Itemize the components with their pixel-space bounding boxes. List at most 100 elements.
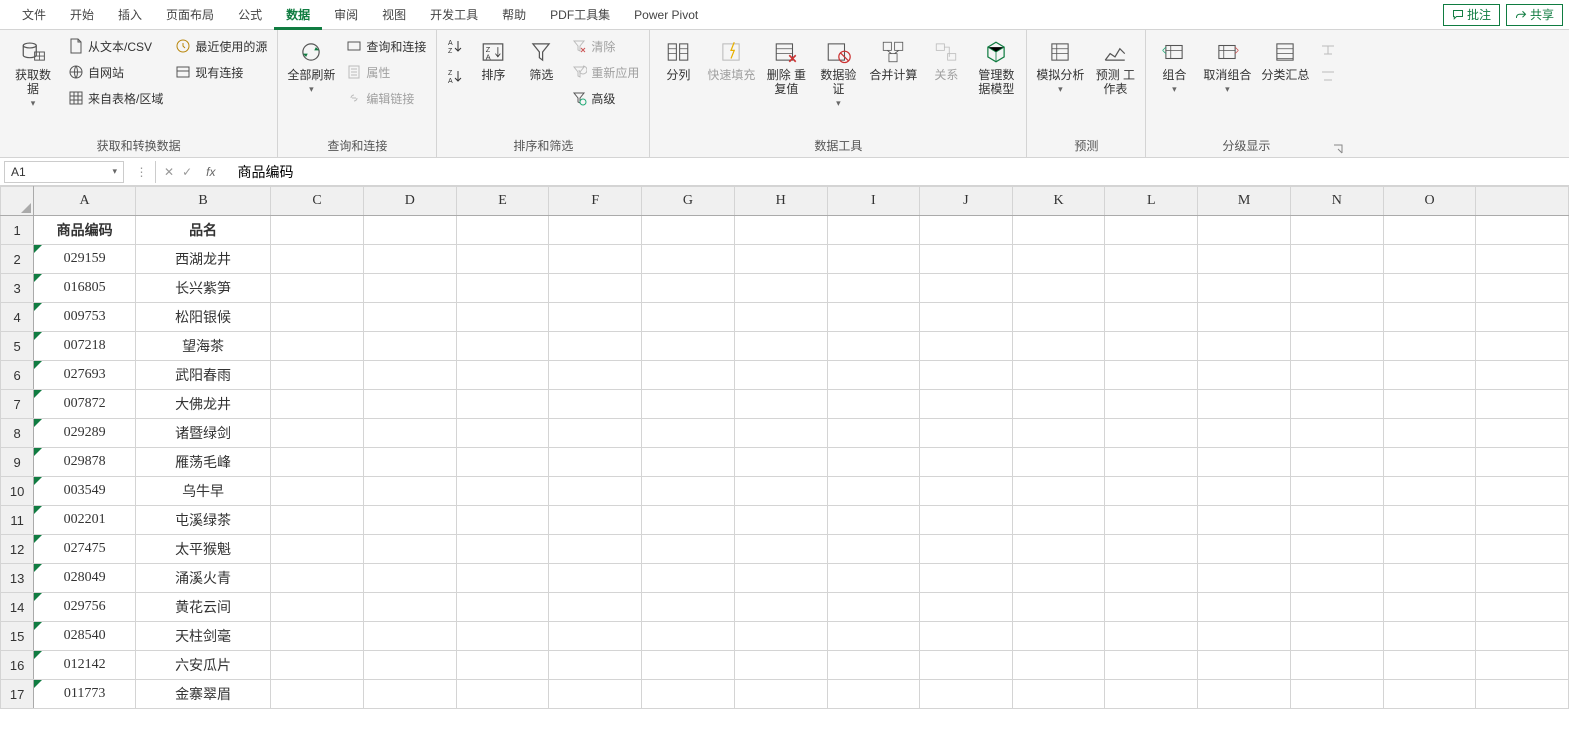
cell[interactable] <box>271 593 364 622</box>
cell[interactable] <box>734 274 827 303</box>
reapply-button[interactable]: 重新应用 <box>567 60 643 84</box>
comment-button[interactable]: 批注 <box>1443 4 1500 26</box>
edit-links-button[interactable]: 编辑链接 <box>342 86 430 110</box>
cell[interactable] <box>1105 651 1198 680</box>
cell[interactable] <box>1290 593 1383 622</box>
cell[interactable] <box>1012 245 1105 274</box>
cell[interactable] <box>549 593 642 622</box>
relationships-button[interactable]: 关系 <box>924 34 968 86</box>
cell[interactable] <box>1012 680 1105 709</box>
row-header-8[interactable]: 8 <box>1 419 34 448</box>
queries-conn-button[interactable]: 查询和连接 <box>342 34 430 58</box>
cell[interactable] <box>920 535 1013 564</box>
row-header-12[interactable]: 12 <box>1 535 34 564</box>
cell[interactable] <box>363 448 456 477</box>
cell[interactable] <box>1105 361 1198 390</box>
forecast-button[interactable]: 预测 工作表 <box>1091 34 1139 100</box>
cell[interactable] <box>920 216 1013 245</box>
from-table-button[interactable]: 来自表格/区域 <box>64 86 167 110</box>
cell-A8[interactable]: 029289 <box>34 419 136 448</box>
cell[interactable] <box>549 419 642 448</box>
col-header-F[interactable]: F <box>549 187 642 216</box>
cell[interactable] <box>827 593 920 622</box>
cell[interactable] <box>549 477 642 506</box>
cell-B1[interactable]: 品名 <box>135 216 270 245</box>
cell[interactable] <box>1476 680 1569 709</box>
cell[interactable] <box>827 303 920 332</box>
cell[interactable] <box>1012 564 1105 593</box>
cell[interactable] <box>1290 680 1383 709</box>
cell[interactable] <box>920 680 1013 709</box>
col-header-L[interactable]: L <box>1105 187 1198 216</box>
cell[interactable] <box>456 303 549 332</box>
col-header-A[interactable]: A <box>34 187 136 216</box>
sort-desc-button[interactable]: ZA <box>443 64 467 88</box>
cell[interactable] <box>642 303 735 332</box>
cell-A13[interactable]: 028049 <box>34 564 136 593</box>
col-header-next[interactable] <box>1476 187 1569 216</box>
cell[interactable] <box>1012 274 1105 303</box>
cell[interactable] <box>1012 419 1105 448</box>
cell[interactable] <box>271 535 364 564</box>
row-header-10[interactable]: 10 <box>1 477 34 506</box>
cell[interactable] <box>1383 651 1476 680</box>
cell-A17[interactable]: 011773 <box>34 680 136 709</box>
tab-数据[interactable]: 数据 <box>274 0 322 30</box>
cell[interactable] <box>456 390 549 419</box>
cell[interactable] <box>827 477 920 506</box>
cell[interactable] <box>549 361 642 390</box>
cell[interactable] <box>1383 448 1476 477</box>
cell[interactable] <box>920 593 1013 622</box>
cell[interactable] <box>363 535 456 564</box>
cell[interactable] <box>1012 477 1105 506</box>
cell-A12[interactable]: 027475 <box>34 535 136 564</box>
col-header-N[interactable]: N <box>1290 187 1383 216</box>
row-header-1[interactable]: 1 <box>1 216 34 245</box>
get-data-button[interactable]: 获取数 据 ▾ <box>6 34 60 114</box>
formula-input[interactable] <box>229 161 1569 183</box>
cell-B15[interactable]: 天柱剑毫 <box>135 622 270 651</box>
cell[interactable] <box>734 361 827 390</box>
cell[interactable] <box>1105 593 1198 622</box>
cell[interactable] <box>549 506 642 535</box>
cell[interactable] <box>1105 535 1198 564</box>
cell[interactable] <box>1476 390 1569 419</box>
cell[interactable] <box>920 651 1013 680</box>
cell[interactable] <box>734 680 827 709</box>
whatif-button[interactable]: 模拟分析▾ <box>1033 34 1087 100</box>
cell[interactable] <box>642 564 735 593</box>
select-all-corner[interactable] <box>1 187 34 216</box>
cell[interactable] <box>642 216 735 245</box>
cell[interactable] <box>827 332 920 361</box>
cell[interactable] <box>1383 361 1476 390</box>
sort-asc-button[interactable]: AZ <box>443 34 467 58</box>
cell-A2[interactable]: 029159 <box>34 245 136 274</box>
col-header-I[interactable]: I <box>827 187 920 216</box>
cell[interactable] <box>363 303 456 332</box>
remove-duplicates-button[interactable]: 删除 重复值 <box>762 34 810 100</box>
cell[interactable] <box>1383 390 1476 419</box>
cell[interactable] <box>642 535 735 564</box>
cell[interactable] <box>1476 274 1569 303</box>
row-header-4[interactable]: 4 <box>1 303 34 332</box>
show-detail-button[interactable] <box>1316 38 1340 62</box>
tab-公式[interactable]: 公式 <box>226 0 274 30</box>
cell[interactable] <box>1012 448 1105 477</box>
cell[interactable] <box>549 216 642 245</box>
row-header-17[interactable]: 17 <box>1 680 34 709</box>
cell-A16[interactable]: 012142 <box>34 651 136 680</box>
cell[interactable] <box>271 216 364 245</box>
cell[interactable] <box>363 419 456 448</box>
recent-sources-button[interactable]: 最近使用的源 <box>171 34 271 58</box>
cell[interactable] <box>271 361 364 390</box>
filter-button[interactable]: 筛选 <box>519 34 563 86</box>
cell[interactable] <box>1012 593 1105 622</box>
cell[interactable] <box>642 361 735 390</box>
cell[interactable] <box>1290 535 1383 564</box>
col-header-D[interactable]: D <box>363 187 456 216</box>
cell[interactable] <box>1198 448 1291 477</box>
cell[interactable] <box>363 622 456 651</box>
cell[interactable] <box>920 245 1013 274</box>
cell[interactable] <box>1105 216 1198 245</box>
cell[interactable] <box>1290 506 1383 535</box>
